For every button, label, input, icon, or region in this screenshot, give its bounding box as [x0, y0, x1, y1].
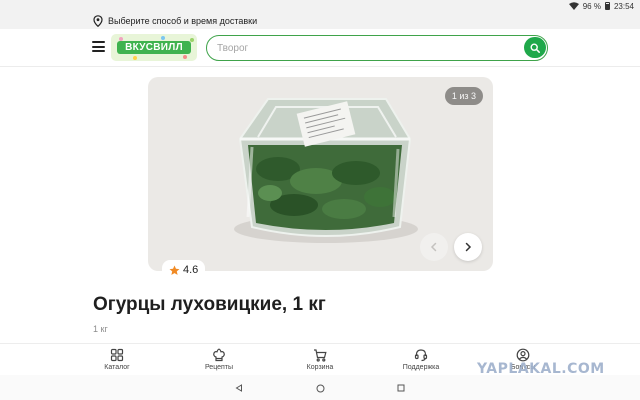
headset-icon: [414, 349, 428, 362]
delivery-text: Выберите способ и время доставки: [108, 15, 258, 26]
status-indicators: 96 % 23:54: [568, 0, 634, 12]
battery-icon: [604, 2, 610, 10]
menu-icon[interactable]: [92, 41, 105, 52]
nav-recipes[interactable]: Рецепты: [189, 348, 249, 371]
image-counter: 1 из 3: [444, 87, 483, 105]
search-icon: [530, 42, 540, 53]
nav-catalog[interactable]: Каталог: [87, 348, 147, 371]
search-button[interactable]: [524, 37, 546, 58]
rating-value: 4.6: [183, 264, 199, 276]
star-icon: [169, 265, 180, 275]
grid-icon: [110, 348, 124, 362]
product-image-gallery[interactable]: 1 из 3: [148, 77, 493, 271]
location-pin-icon: [93, 14, 103, 27]
nav-recipes-label: Рецепты: [204, 364, 234, 371]
vkusvill-logo[interactable]: ВКУСВИЛЛ: [111, 34, 197, 61]
chevron-right-icon: [465, 242, 472, 252]
delivery-selector[interactable]: Выберите способ и время доставки: [0, 12, 640, 29]
watermark: YAPLAKAL.COM: [477, 361, 605, 377]
prev-image-button[interactable]: [420, 233, 448, 261]
home-button[interactable]: [314, 382, 326, 394]
recents-square-icon: [397, 384, 405, 392]
rating-badge[interactable]: 4.6: [162, 260, 206, 280]
nav-support-label: Поддержка: [402, 364, 440, 371]
nav-support[interactable]: Поддержка: [391, 348, 451, 371]
back-button[interactable]: [233, 382, 245, 394]
profile-icon: [516, 348, 530, 362]
recents-button[interactable]: [395, 382, 407, 394]
nav-catalog-label: Каталог: [104, 364, 130, 371]
nav-cart[interactable]: Корзина: [290, 348, 350, 371]
search-bar: [206, 35, 548, 61]
clock: 23:54: [613, 1, 634, 11]
home-circle-icon: [316, 384, 324, 392]
logo-text: ВКУСВИЛЛ: [125, 42, 183, 53]
battery-percent: 96 %: [582, 1, 601, 11]
next-image-button[interactable]: [454, 233, 482, 261]
product-weight: 1 кг: [93, 324, 108, 334]
chevron-left-icon: [430, 242, 437, 252]
search-input[interactable]: [217, 40, 517, 56]
cart-icon: [314, 349, 327, 362]
status-bar: 96 % 23:54: [0, 0, 640, 12]
product-title: Огурцы луховицкие, 1 кг: [93, 294, 326, 315]
chef-hat-icon: [213, 348, 225, 362]
system-navigation-bar: [0, 375, 640, 400]
nav-cart-label: Корзина: [306, 364, 334, 371]
back-triangle-icon: [235, 384, 242, 392]
app-header: ВКУСВИЛЛ: [0, 29, 640, 67]
wifi-icon: [568, 2, 579, 10]
